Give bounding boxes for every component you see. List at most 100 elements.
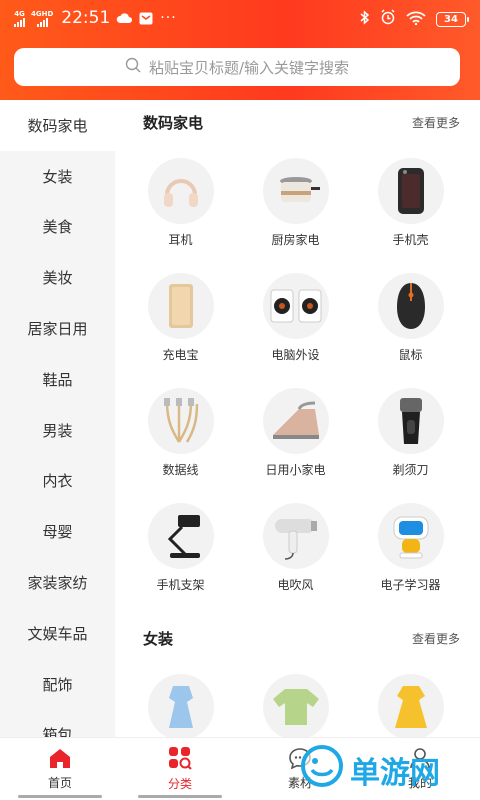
category-item-label: 手机支架 [156, 578, 205, 592]
view-more-link[interactable]: 查看更多 [412, 630, 460, 647]
category-item[interactable]: 手机支架 [123, 495, 238, 610]
category-item[interactable]: 日用小家电 [238, 380, 353, 495]
category-item[interactable]: 充电宝 [123, 265, 238, 380]
category-item[interactable]: 剃须刀 [353, 380, 468, 495]
sidebar-item-label: 内衣 [42, 472, 73, 491]
sidebar-item-home-textiles[interactable]: 家装家纺 [0, 557, 115, 608]
sidebar-item-label: 鞋品 [42, 370, 73, 389]
category-icon [168, 746, 192, 773]
category-item[interactable] [123, 666, 238, 737]
power-bank-icon [147, 273, 214, 339]
section-header: 数码家电 查看更多 [143, 112, 460, 133]
section-header: 女装 查看更多 [143, 628, 460, 649]
category-item[interactable]: 手机壳 [353, 150, 468, 265]
mouse-icon [377, 273, 444, 339]
category-item-label: 耳机 [168, 233, 193, 247]
sidebar-item-label: 文娱车品 [27, 624, 88, 643]
category-item-label: 日用小家电 [265, 463, 326, 477]
dress-yellow-icon [377, 674, 444, 737]
sidebar-item-label: 美妆 [42, 269, 73, 288]
sidebar-item-food[interactable]: 美食 [0, 202, 115, 253]
sidebar-item-home[interactable]: 居家日用 [0, 303, 115, 354]
sidebar-item-bags[interactable]: 箱包 [0, 710, 115, 737]
sidebar-item-accessories[interactable]: 配饰 [0, 659, 115, 710]
alarm-icon [380, 9, 396, 29]
sidebar-item-underwear[interactable]: 内衣 [0, 456, 115, 507]
category-item-label: 剃须刀 [392, 463, 429, 477]
tab-home[interactable]: 首页 [0, 738, 120, 800]
mail-icon [138, 11, 154, 25]
category-grid: 耳机 厨房家电 手机壳 充电宝 电脑外设 鼠标 数据线 日用小家电 剃须刀 手机… [115, 150, 480, 610]
section-title: 数码家电 [143, 114, 204, 132]
category-item[interactable]: 厨房家电 [238, 150, 353, 265]
category-grid [115, 666, 480, 737]
category-item-label: 电子学习器 [380, 578, 441, 592]
tab-underline [138, 795, 222, 798]
sidebar-item-label: 母婴 [42, 523, 73, 542]
category-item[interactable]: 电吹风 [238, 495, 353, 610]
category-item[interactable]: 电子学习器 [353, 495, 468, 610]
category-item[interactable]: 鼠标 [353, 265, 468, 380]
category-item[interactable]: 数据线 [123, 380, 238, 495]
header: 4G 4GHD 22:51 ··· 34 粘贴宝贝标题/输入关键字搜索 [0, 0, 480, 100]
smiley-logo-icon [300, 744, 344, 796]
phone-stand-icon [147, 503, 214, 569]
sidebar-item-label: 居家日用 [27, 320, 88, 339]
category-item-label: 鼠标 [398, 348, 423, 362]
category-item-label: 电吹风 [277, 578, 314, 592]
category-item[interactable] [238, 666, 353, 737]
home-icon [48, 747, 72, 772]
category-item-label: 充电宝 [162, 348, 199, 362]
battery-icon: 34 [436, 11, 469, 27]
network-label: 4GHD [31, 9, 54, 18]
sidebar-item-label: 箱包 [42, 726, 73, 737]
tab-category[interactable]: 分类 [120, 738, 240, 800]
hair-dryer-icon [262, 503, 329, 569]
watermark-text: 单游网 [350, 756, 440, 791]
top-green-icon [262, 674, 329, 737]
watermark-logo: 单游网 [300, 744, 440, 796]
tab-label: 首页 [47, 776, 72, 790]
category-item[interactable] [353, 666, 468, 737]
category-item[interactable]: 耳机 [123, 150, 238, 265]
shaver-icon [377, 388, 444, 454]
search-icon [125, 57, 141, 77]
tab-underline [18, 795, 102, 798]
learning-robot-icon [377, 503, 444, 569]
sidebar-item-shoes[interactable]: 鞋品 [0, 354, 115, 405]
signal-4ghd-icon: 4GHD [31, 10, 53, 27]
sidebar-item-label: 配饰 [42, 675, 73, 694]
category-item-label: 厨房家电 [271, 233, 320, 247]
network-label: 4G [14, 9, 25, 18]
iron-icon [262, 388, 329, 454]
view-more-link[interactable]: 查看更多 [412, 114, 460, 131]
category-sidebar: 数码家电 女装 美食 美妆 居家日用 鞋品 男装 内衣 母婴 家装家纺 文娱车品… [0, 100, 115, 737]
more-notifications-icon: ··· [160, 10, 177, 26]
speakers-icon [262, 273, 329, 339]
sidebar-item-digital[interactable]: 数码家电 [0, 100, 115, 151]
category-item-label: 数据线 [162, 463, 199, 477]
sidebar-item-label: 女装 [42, 167, 73, 186]
sidebar-item-baby[interactable]: 母婴 [0, 506, 115, 557]
sidebar-item-beauty[interactable]: 美妆 [0, 252, 115, 303]
bluetooth-icon [360, 9, 370, 29]
sidebar-item-entertainment[interactable]: 文娱车品 [0, 608, 115, 659]
category-content: 数码家电 查看更多 耳机 厨房家电 手机壳 充电宝 电脑外设 鼠标 数据线 日用… [115, 100, 480, 737]
signal-4g-icon: 4G [14, 10, 25, 27]
wifi-icon [406, 10, 426, 29]
sidebar-item-label: 男装 [42, 421, 73, 440]
sidebar-item-label: 家装家纺 [27, 574, 88, 593]
section-title: 女装 [143, 630, 174, 648]
sidebar-item-womens[interactable]: 女装 [0, 151, 115, 202]
sidebar-item-mens[interactable]: 男装 [0, 405, 115, 456]
tab-label: 分类 [167, 777, 192, 791]
status-bar: 4G 4GHD 22:51 ··· 34 [0, 0, 480, 36]
sidebar-item-label: 美食 [42, 218, 73, 237]
clock: 22:51 [61, 8, 111, 28]
cooker-icon [262, 158, 329, 224]
phone-case-icon [377, 158, 444, 224]
category-item-label: 手机壳 [392, 233, 429, 247]
search-input[interactable]: 粘贴宝贝标题/输入关键字搜索 [14, 48, 460, 86]
category-item[interactable]: 电脑外设 [238, 265, 353, 380]
cable-icon [147, 388, 214, 454]
